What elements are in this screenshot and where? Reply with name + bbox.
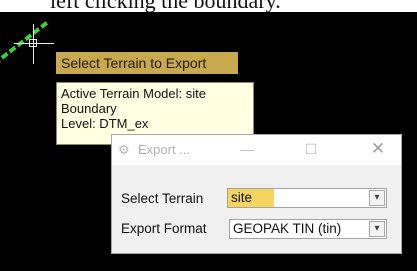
export-format-label: Export Format <box>121 221 207 236</box>
select-terrain-label: Select Terrain <box>121 191 204 206</box>
tooltip-line: Boundary <box>61 101 117 116</box>
tool-prompt: Select Terrain to Export <box>56 52 238 74</box>
select-terrain-dropdown[interactable]: site ▾ <box>227 188 387 208</box>
dialog-title: Export ... <box>138 142 191 157</box>
dialog-titlebar[interactable]: ⚙ Export ... — ☐ ✕ <box>112 135 401 165</box>
tooltip-line: Level: DTM_ex <box>61 116 149 131</box>
gear-icon: ⚙ <box>118 142 130 157</box>
select-terrain-value: site <box>228 189 275 207</box>
close-icon[interactable]: ✕ <box>367 139 389 159</box>
chevron-down-icon[interactable]: ▾ <box>369 190 385 206</box>
maximize-icon[interactable]: ☐ <box>300 139 322 159</box>
export-format-dropdown[interactable]: GEOPAK TIN (tin) ▾ <box>229 219 387 239</box>
minimize-icon[interactable]: — <box>236 139 258 159</box>
export-format-value: GEOPAK TIN (tin) <box>233 221 342 236</box>
document-text: left clicking the boundary. <box>50 0 410 12</box>
crosshair-cursor-box <box>29 39 37 47</box>
chevron-down-icon[interactable]: ▾ <box>369 221 385 237</box>
tooltip-line: Active Terrain Model: site <box>61 86 206 101</box>
export-dialog: ⚙ Export ... — ☐ ✕ Select Terrain site ▾… <box>111 134 402 254</box>
